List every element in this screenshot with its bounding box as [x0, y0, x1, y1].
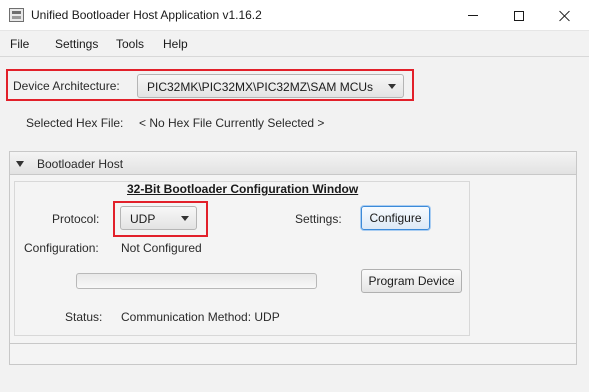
chevron-down-icon — [181, 216, 189, 221]
menu-tools[interactable]: Tools — [116, 37, 144, 51]
minimize-icon — [468, 15, 478, 16]
chevron-down-icon — [388, 84, 396, 89]
configuration-label: Configuration: — [24, 241, 99, 255]
menu-help[interactable]: Help — [163, 37, 188, 51]
app-icon — [9, 8, 24, 22]
configure-button[interactable]: Configure — [361, 206, 430, 230]
menu-settings[interactable]: Settings — [55, 37, 98, 51]
maximize-icon — [514, 10, 524, 21]
bottom-pane-strip — [9, 343, 577, 365]
device-architecture-dropdown[interactable]: PIC32MK\PIC32MX\PIC32MZ\SAM MCUs — [137, 74, 404, 98]
protocol-value: UDP — [130, 212, 156, 226]
menu-file[interactable]: File — [10, 37, 29, 51]
settings-label: Settings: — [295, 212, 342, 226]
configuration-value: Not Configured — [121, 241, 202, 255]
close-icon — [559, 10, 571, 22]
client-area: File Settings Tools Help Device Architec… — [0, 31, 589, 392]
programming-progress-bar — [76, 273, 317, 289]
bootloader-host-pane-title: Bootloader Host — [37, 157, 124, 171]
title-bar: Unified Bootloader Host Application v1.1… — [0, 0, 589, 31]
minimize-button[interactable] — [450, 0, 496, 31]
status-value: Communication Method: UDP — [121, 310, 280, 324]
device-architecture-label: Device Architecture: — [13, 79, 120, 93]
menu-bar: File Settings Tools Help — [0, 31, 589, 57]
collapse-triangle-icon — [16, 161, 24, 167]
maximize-button[interactable] — [496, 0, 542, 31]
protocol-label: Protocol: — [52, 212, 100, 226]
device-architecture-value: PIC32MK\PIC32MX\PIC32MZ\SAM MCUs — [147, 80, 374, 94]
selected-hex-file-label: Selected Hex File: — [26, 116, 124, 130]
configuration-window-title: 32-Bit Bootloader Configuration Window — [127, 182, 359, 196]
protocol-dropdown[interactable]: UDP — [120, 206, 197, 230]
window-title: Unified Bootloader Host Application v1.1… — [31, 8, 262, 22]
status-label: Status: — [65, 310, 103, 324]
bootloader-host-pane-header[interactable]: Bootloader Host — [9, 151, 577, 175]
program-device-button[interactable]: Program Device — [361, 269, 462, 293]
selected-hex-file-value: < No Hex File Currently Selected > — [139, 116, 325, 130]
close-button[interactable] — [542, 0, 588, 31]
